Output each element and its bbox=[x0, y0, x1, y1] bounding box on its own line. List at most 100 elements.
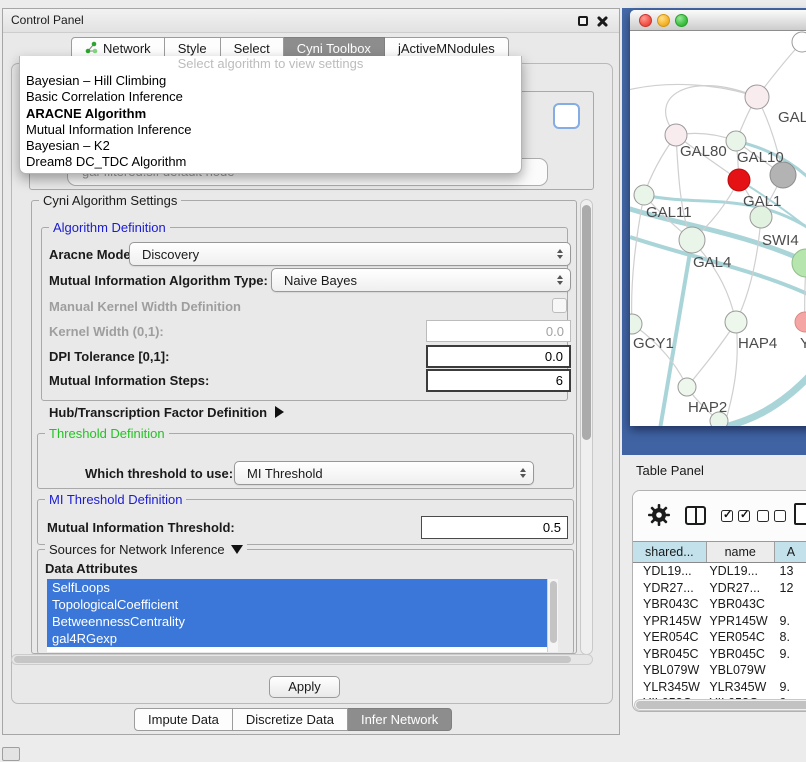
hub-transcription-factor-section[interactable]: Hub/Transcription Factor Definition bbox=[49, 405, 284, 420]
network-node[interactable] bbox=[792, 249, 806, 277]
aracne-mode-select[interactable]: Discovery bbox=[129, 242, 571, 266]
algorithm-option-mutual-information-inference[interactable]: Mutual Information Inference bbox=[20, 122, 521, 138]
mi-algorithm-type-select[interactable]: Naive Bayes bbox=[271, 268, 571, 292]
table-cell: YBR043C bbox=[707, 596, 775, 613]
column-header-a[interactable]: A bbox=[775, 542, 806, 562]
table-horizontal-scrollbar[interactable] bbox=[634, 699, 806, 711]
node-label-swi4: SWI4 bbox=[762, 232, 799, 249]
node-label-gal4: GAL4 bbox=[693, 254, 731, 271]
collapse-down-icon[interactable] bbox=[231, 545, 243, 554]
mi-steps-input[interactable] bbox=[426, 369, 571, 392]
network-node[interactable] bbox=[728, 169, 750, 191]
settings-vertical-scrollbar[interactable] bbox=[580, 199, 593, 655]
node-label-gal1: GAL1 bbox=[743, 193, 781, 210]
mi-threshold-title: MI Threshold Definition bbox=[45, 492, 186, 507]
new-table-icon[interactable] bbox=[794, 503, 806, 525]
tab-discretize-data[interactable]: Discretize Data bbox=[233, 708, 348, 731]
kernel-width-input[interactable] bbox=[426, 320, 571, 342]
table-cell: YBR045C bbox=[633, 646, 707, 663]
table-row[interactable]: YDL19...YDL19...13 bbox=[633, 563, 806, 580]
algorithm-option-bayesian-hill-climbing[interactable]: Bayesian – Hill Climbing bbox=[20, 73, 521, 89]
tab-impute-data[interactable]: Impute Data bbox=[134, 708, 233, 731]
tab-label: jActiveMNodules bbox=[398, 41, 495, 56]
network-edge[interactable] bbox=[692, 240, 736, 322]
gear-icon[interactable] bbox=[647, 503, 671, 532]
table-row[interactable]: YPR145WYPR145W9. bbox=[633, 613, 806, 630]
network-edge[interactable] bbox=[632, 324, 687, 387]
list-scrollbar[interactable] bbox=[547, 579, 558, 652]
column-header-shared[interactable]: shared... bbox=[633, 542, 707, 562]
attribute-item-betweennesscentrality[interactable]: BetweennessCentrality bbox=[47, 613, 547, 630]
stepper-icon bbox=[520, 468, 526, 479]
focused-combo-fragment[interactable] bbox=[553, 103, 580, 129]
attribute-item-gal4rgexp[interactable]: gal4RGexp bbox=[47, 630, 547, 647]
close-icon[interactable] bbox=[596, 16, 607, 27]
which-threshold-select[interactable]: MI Threshold bbox=[234, 461, 534, 485]
attribute-item-topologicalcoefficient[interactable]: TopologicalCoefficient bbox=[47, 596, 547, 613]
table-cell: 9. bbox=[776, 679, 806, 696]
table-row[interactable]: YLR345WYLR345W9. bbox=[633, 679, 806, 696]
table-row[interactable]: YER054CYER054C8. bbox=[633, 629, 806, 646]
node-label-gal10: GAL10 bbox=[737, 149, 784, 166]
tab-label: Discretize Data bbox=[246, 712, 334, 727]
algorithm-option-bayesian-k2[interactable]: Bayesian – K2 bbox=[20, 138, 521, 154]
table-row[interactable]: YDR27...YDR27...12 bbox=[633, 580, 806, 597]
aracne-mode-value: Discovery bbox=[142, 247, 199, 262]
cyni-mode-tabs: Impute Data Discretize Data Infer Network bbox=[134, 708, 452, 731]
table-cell: 9. bbox=[776, 646, 806, 663]
close-button[interactable] bbox=[639, 14, 652, 27]
manual-kernel-width-checkbox[interactable] bbox=[552, 298, 567, 313]
table-cell bbox=[776, 662, 806, 679]
apply-button[interactable]: Apply bbox=[269, 676, 340, 698]
table-row[interactable]: YBL079WYBL079W bbox=[633, 662, 806, 679]
mi-threshold-input[interactable] bbox=[421, 516, 568, 539]
dropdown-placeholder: Select algorithm to view settings bbox=[20, 56, 521, 73]
deselect-all-columns-icon[interactable] bbox=[757, 510, 786, 522]
table-cell: 8. bbox=[776, 629, 806, 646]
table-cell: 9. bbox=[776, 613, 806, 630]
network-node[interactable] bbox=[795, 312, 806, 332]
algorithm-option-dream8-dc-tdc-algorithm[interactable]: Dream8 DC_TDC Algorithm bbox=[20, 154, 521, 170]
tab-label: Network bbox=[103, 41, 151, 56]
zoom-button[interactable] bbox=[675, 14, 688, 27]
algorithm-option-basic-correlation-inference[interactable]: Basic Correlation Inference bbox=[20, 89, 521, 105]
network-node[interactable] bbox=[678, 378, 696, 396]
table-cell: YPR145W bbox=[707, 613, 775, 630]
network-node[interactable] bbox=[630, 314, 642, 334]
sources-title[interactable]: Sources for Network Inference bbox=[45, 542, 247, 557]
table-cell: YBL079W bbox=[633, 662, 707, 679]
select-all-columns-icon[interactable] bbox=[721, 510, 750, 522]
table-row[interactable]: YBR045CYBR045C9. bbox=[633, 646, 806, 663]
tab-infer-network[interactable]: Infer Network bbox=[348, 708, 452, 731]
table-cell: YBL079W bbox=[707, 662, 775, 679]
tab-label: Cyni Toolbox bbox=[297, 41, 371, 56]
settings-horizontal-scrollbar[interactable] bbox=[11, 654, 593, 665]
network-node[interactable] bbox=[726, 131, 746, 151]
table-cell: YLR345W bbox=[633, 679, 707, 696]
network-node[interactable] bbox=[745, 85, 769, 109]
table-panel: shared...nameA YDL19...YDL19...13YDR27..… bbox=[632, 490, 806, 712]
network-canvas[interactable]: GALGAL80GAL10GAL1GAL11SWI4GAL4GCY1HAP4YH… bbox=[630, 31, 806, 426]
mi-steps-label: Mutual Information Steps: bbox=[49, 373, 209, 388]
table-cell: YDL19... bbox=[633, 563, 707, 580]
column-browser-icon[interactable] bbox=[685, 506, 706, 525]
dpi-tolerance-input[interactable] bbox=[426, 345, 571, 368]
mi-threshold-label: Mutual Information Threshold: bbox=[47, 520, 235, 535]
float-window-icon[interactable] bbox=[578, 16, 588, 26]
network-node[interactable] bbox=[634, 185, 654, 205]
network-node[interactable] bbox=[679, 227, 705, 253]
attribute-item-selfloops[interactable]: SelfLoops bbox=[47, 579, 547, 596]
table-cell: YPR145W bbox=[633, 613, 707, 630]
network-node[interactable] bbox=[725, 311, 747, 333]
network-window-titlebar[interactable] bbox=[630, 10, 806, 31]
tab-label: Select bbox=[234, 41, 270, 56]
expand-right-icon[interactable] bbox=[275, 406, 284, 418]
algorithm-option-aracne-algorithm[interactable]: ARACNE Algorithm bbox=[20, 106, 521, 122]
column-header-name[interactable]: name bbox=[707, 542, 775, 562]
algorithm-options: Bayesian – Hill ClimbingBasic Correlatio… bbox=[20, 73, 521, 171]
network-edge[interactable] bbox=[687, 322, 736, 387]
table-row[interactable]: YBR043CYBR043C bbox=[633, 596, 806, 613]
minimized-panel-icon[interactable] bbox=[2, 747, 20, 761]
network-node[interactable] bbox=[792, 32, 806, 52]
minimize-button[interactable] bbox=[657, 14, 670, 27]
